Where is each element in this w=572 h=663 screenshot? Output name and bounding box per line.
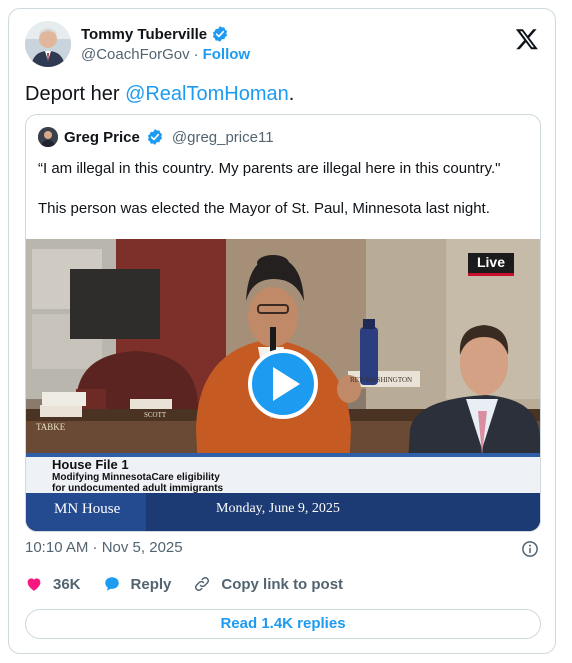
mention-link[interactable]: @RealTomHoman: [125, 83, 289, 105]
quoted-avatar: [38, 127, 58, 147]
broadcast-date: Monday, June 9, 2025: [216, 501, 340, 516]
author-handle-row: @CoachForGov · Follow: [81, 46, 250, 63]
like-count: 36K: [53, 575, 81, 593]
reply-button[interactable]: Reply: [103, 575, 172, 593]
channel-label: MN House: [54, 501, 121, 517]
author-name-row: Tommy Tuberville: [81, 25, 229, 43]
copy-link-button[interactable]: Copy link to post: [193, 575, 343, 593]
verified-badge-icon: [213, 26, 228, 42]
post-timestamp[interactable]: 10:10 AM · Nov 5, 2025: [25, 539, 183, 556]
post-text: Deport her @RealTomHoman.: [25, 81, 294, 107]
video-player[interactable]: Live TABKE SCOTT REY-WASHINGTON House Fi…: [26, 239, 540, 531]
separator-dot: ·: [193, 46, 199, 63]
info-icon[interactable]: [521, 540, 539, 558]
quoted-text-line-1: “I am illegal in this country. My parent…: [38, 160, 501, 177]
quoted-verified-badge-icon: [147, 129, 162, 145]
lower-third-sub2: for undocumented adult immigrants: [52, 483, 224, 494]
reply-bubble-icon: [104, 577, 119, 591]
post-text-after: .: [288, 83, 295, 105]
embedded-post-card: Tommy Tuberville @CoachForGov · Follow D…: [8, 8, 556, 654]
post-text-before: Deport her: [25, 83, 126, 105]
link-icon: [195, 576, 210, 592]
author-name[interactable]: Tommy Tuberville: [81, 26, 207, 43]
nameplate-washington: REY-WASHINGTON: [350, 376, 413, 384]
quoted-author-name: Greg Price: [64, 128, 140, 146]
post-header: Tommy Tuberville @CoachForGov · Follow: [25, 21, 541, 73]
like-button[interactable]: 36K: [25, 575, 81, 593]
action-bar: 36K Reply Copy link to post: [25, 575, 365, 593]
author-handle[interactable]: @CoachForGov: [81, 46, 190, 63]
read-replies-button[interactable]: Read 1.4K replies: [25, 609, 541, 639]
quoted-post[interactable]: Greg Price @greg_price11 “I am illegal i…: [25, 114, 541, 532]
author-avatar[interactable]: [25, 21, 71, 67]
x-logo-icon[interactable]: [515, 27, 539, 51]
copy-link-label: Copy link to post: [221, 575, 344, 593]
reply-label: Reply: [130, 575, 172, 593]
quoted-author-handle: @greg_price11: [171, 128, 274, 146]
nameplate-scott: SCOTT: [144, 411, 167, 419]
quoted-text-line-2: This person was elected the Mayor of St.…: [38, 200, 490, 217]
live-badge: Live: [476, 254, 505, 270]
follow-button[interactable]: Follow: [203, 46, 251, 63]
lower-third-title: House File 1: [52, 457, 129, 472]
heart-icon: [27, 578, 41, 591]
quoted-header: Greg Price @greg_price11: [38, 127, 274, 147]
nameplate-tabke: TABKE: [36, 422, 66, 432]
lower-third-sub1: Modifying MinnesotaCare eligibility: [52, 472, 220, 483]
